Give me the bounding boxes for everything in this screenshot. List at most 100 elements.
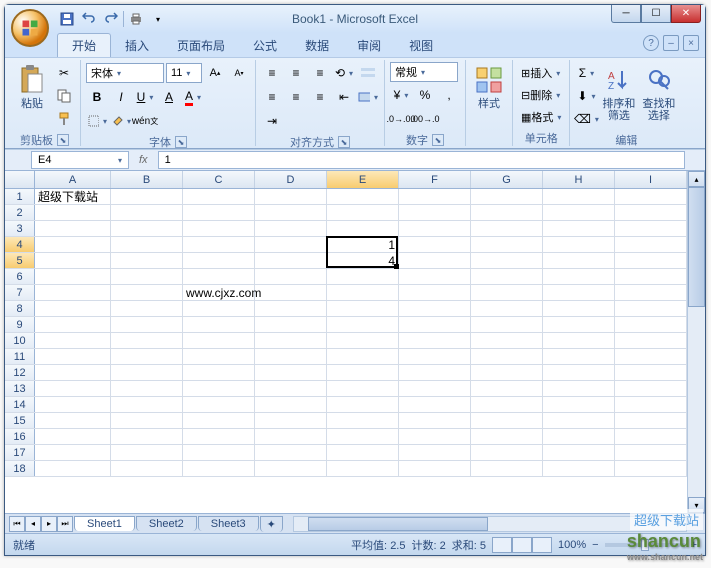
cell-F17[interactable] <box>399 445 471 460</box>
col-header-A[interactable]: A <box>35 171 111 188</box>
cell-G13[interactable] <box>471 381 543 396</box>
font-name-combo[interactable]: 宋体▾ <box>86 63 164 83</box>
tab-数据[interactable]: 数据 <box>291 34 343 57</box>
cell-F2[interactable] <box>399 205 471 220</box>
cell-C14[interactable] <box>183 397 255 412</box>
cell-C6[interactable] <box>183 269 255 284</box>
cell-F3[interactable] <box>399 221 471 236</box>
cell-H15[interactable] <box>543 413 615 428</box>
col-header-D[interactable]: D <box>255 171 327 188</box>
clear-icon[interactable]: ⌫▾ <box>575 108 597 130</box>
align-left-icon[interactable]: ≡ <box>261 86 283 108</box>
cell-E14[interactable] <box>327 397 399 412</box>
cell-B16[interactable] <box>111 429 183 444</box>
cell-F12[interactable] <box>399 365 471 380</box>
cell-F16[interactable] <box>399 429 471 444</box>
cell-A13[interactable] <box>35 381 111 396</box>
sort-filter-button[interactable]: AZ 排序和 筛选 <box>600 62 637 124</box>
cell-D8[interactable] <box>255 301 327 316</box>
zoom-out-icon[interactable]: − <box>592 539 598 551</box>
paste-button[interactable]: 粘贴 <box>14 62 50 112</box>
cell-G5[interactable] <box>471 253 543 268</box>
font-color-icon[interactable]: A▾ <box>182 86 204 108</box>
cell-B5[interactable] <box>111 253 183 268</box>
cell-C7[interactable]: www.cjxz.com <box>183 285 255 300</box>
cell-I15[interactable] <box>615 413 687 428</box>
vertical-scrollbar[interactable]: ▴ ▾ <box>687 171 705 513</box>
cell-D13[interactable] <box>255 381 327 396</box>
cell-I12[interactable] <box>615 365 687 380</box>
cell-B12[interactable] <box>111 365 183 380</box>
sheet-tab-Sheet1[interactable]: Sheet1 <box>74 516 135 531</box>
cell-E16[interactable] <box>327 429 399 444</box>
cell-G7[interactable] <box>471 285 543 300</box>
cell-G15[interactable] <box>471 413 543 428</box>
tab-开始[interactable]: 开始 <box>57 33 111 57</box>
comma-icon[interactable]: , <box>438 84 460 106</box>
cell-H3[interactable] <box>543 221 615 236</box>
minimize-ribbon-icon[interactable]: – <box>663 35 679 51</box>
accounting-format-icon[interactable]: ¥▾ <box>390 84 412 106</box>
tab-nav-first-icon[interactable]: ⏮ <box>9 516 25 532</box>
print-icon[interactable] <box>126 9 146 29</box>
cell-A5[interactable] <box>35 253 111 268</box>
cell-E17[interactable] <box>327 445 399 460</box>
cell-C4[interactable] <box>183 237 255 252</box>
cell-A14[interactable] <box>35 397 111 412</box>
help-icon[interactable]: ? <box>643 35 659 51</box>
cell-B2[interactable] <box>111 205 183 220</box>
decrease-decimal-icon[interactable]: .00→.0 <box>414 108 436 130</box>
cell-G16[interactable] <box>471 429 543 444</box>
cell-B15[interactable] <box>111 413 183 428</box>
formula-bar[interactable]: 1 <box>158 151 685 169</box>
undo-icon[interactable] <box>79 9 99 29</box>
cell-F4[interactable] <box>399 237 471 252</box>
redo-icon[interactable] <box>101 9 121 29</box>
row-header-14[interactable]: 14 <box>5 397 35 412</box>
maximize-button[interactable]: ☐ <box>641 5 671 23</box>
tab-nav-prev-icon[interactable]: ◂ <box>25 516 41 532</box>
cell-I2[interactable] <box>615 205 687 220</box>
col-header-C[interactable]: C <box>183 171 255 188</box>
cell-D2[interactable] <box>255 205 327 220</box>
cell-E8[interactable] <box>327 301 399 316</box>
cell-G2[interactable] <box>471 205 543 220</box>
cell-B10[interactable] <box>111 333 183 348</box>
font-launcher-icon[interactable]: ⬊ <box>175 136 187 148</box>
phonetic-icon[interactable]: wén文 <box>134 110 156 132</box>
cell-F7[interactable] <box>399 285 471 300</box>
cell-E11[interactable] <box>327 349 399 364</box>
cell-D3[interactable] <box>255 221 327 236</box>
qat-more-icon[interactable]: ▾ <box>148 9 168 29</box>
row-header-16[interactable]: 16 <box>5 429 35 444</box>
cell-F9[interactable] <box>399 317 471 332</box>
minimize-button[interactable]: ─ <box>611 5 641 23</box>
cell-G1[interactable] <box>471 189 543 204</box>
cell-I16[interactable] <box>615 429 687 444</box>
cell-D1[interactable] <box>255 189 327 204</box>
horizontal-scrollbar[interactable] <box>293 516 687 532</box>
cell-A12[interactable] <box>35 365 111 380</box>
cell-D12[interactable] <box>255 365 327 380</box>
cell-E10[interactable] <box>327 333 399 348</box>
cell-E5[interactable]: 4 <box>327 253 399 268</box>
cell-D16[interactable] <box>255 429 327 444</box>
delete-cells-icon[interactable]: ⊟ 删除▾ <box>518 84 563 106</box>
cell-A16[interactable] <box>35 429 111 444</box>
doc-close-icon[interactable]: × <box>683 35 699 51</box>
cell-C16[interactable] <box>183 429 255 444</box>
cell-B13[interactable] <box>111 381 183 396</box>
cell-G6[interactable] <box>471 269 543 284</box>
cell-I17[interactable] <box>615 445 687 460</box>
increase-indent-icon[interactable]: ⇥ <box>261 110 283 132</box>
view-layout-icon[interactable] <box>512 537 532 553</box>
italic-button[interactable]: I <box>110 86 132 108</box>
cell-B8[interactable] <box>111 301 183 316</box>
tab-审阅[interactable]: 审阅 <box>343 34 395 57</box>
cell-C3[interactable] <box>183 221 255 236</box>
cell-G10[interactable] <box>471 333 543 348</box>
scroll-up-icon[interactable]: ▴ <box>688 171 705 187</box>
cell-H2[interactable] <box>543 205 615 220</box>
cell-I10[interactable] <box>615 333 687 348</box>
cell-F14[interactable] <box>399 397 471 412</box>
